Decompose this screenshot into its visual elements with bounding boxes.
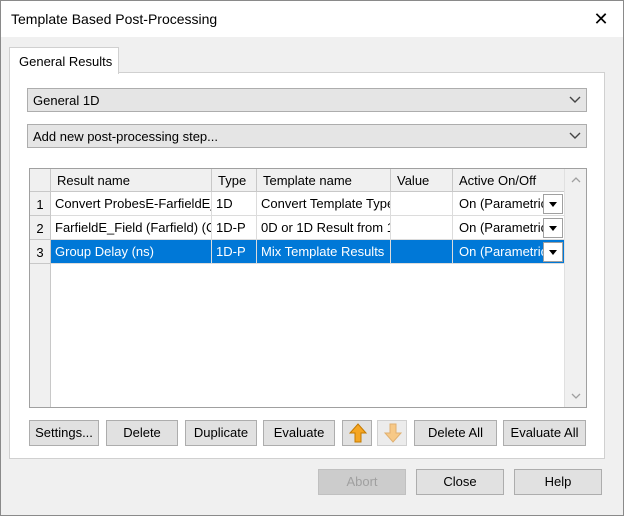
duplicate-button[interactable]: Duplicate	[185, 420, 257, 446]
window-title: Template Based Post-Processing	[11, 11, 218, 27]
active-dropdown-button[interactable]	[543, 242, 563, 262]
row-number[interactable]: 3	[30, 240, 51, 264]
active-dropdown-button[interactable]	[543, 194, 563, 214]
abort-button[interactable]: Abort	[318, 469, 406, 495]
add-step-combo[interactable]: Add new post-processing step...	[27, 124, 587, 148]
cell-type[interactable]: 1D-P	[212, 216, 257, 240]
tab-label: General Results	[19, 54, 113, 69]
column-header-active[interactable]: Active On/Off	[453, 169, 565, 192]
dropdown-arrow-icon	[549, 250, 557, 255]
row-header-strip	[30, 264, 51, 407]
settings-button[interactable]: Settings...	[29, 420, 99, 446]
dropdown-arrow-icon	[549, 226, 557, 231]
steps-table: Result name Type Template name Value Act…	[29, 168, 587, 408]
template-post-processing-dialog: Template Based Post-Processing ✕ General…	[0, 0, 624, 516]
column-header-template-name[interactable]: Template name	[257, 169, 391, 192]
cell-result-name[interactable]: FarfieldE_Field (Farfield) (Ca	[51, 216, 212, 240]
chevron-down-icon	[569, 96, 581, 103]
cell-value[interactable]	[391, 240, 453, 264]
delete-all-button[interactable]: Delete All	[414, 420, 497, 446]
cell-type[interactable]: 1D-P	[212, 240, 257, 264]
result-type-combo[interactable]: General 1D	[27, 88, 587, 112]
help-button[interactable]: Help	[514, 469, 602, 495]
evaluate-button[interactable]: Evaluate	[263, 420, 335, 446]
column-header-value[interactable]: Value	[391, 169, 453, 192]
active-state-label: On (Parametric	[459, 196, 548, 211]
active-dropdown-button[interactable]	[543, 218, 563, 238]
move-down-button[interactable]	[377, 420, 407, 446]
evaluate-all-button[interactable]: Evaluate All	[503, 420, 586, 446]
active-state-label: On (Parametric	[459, 220, 548, 235]
column-header-result-name[interactable]: Result name	[51, 169, 212, 192]
cell-template-name[interactable]: 0D or 1D Result from 1	[257, 216, 391, 240]
scroll-down-icon[interactable]	[571, 393, 581, 399]
active-state-label: On (Parametric	[459, 244, 548, 259]
cell-value[interactable]	[391, 192, 453, 216]
cell-template-name[interactable]: Convert Template Type	[257, 192, 391, 216]
close-button[interactable]: Close	[416, 469, 504, 495]
close-window-icon[interactable]: ✕	[587, 5, 615, 33]
cell-result-name[interactable]: Convert ProbesE-FarfieldE_	[51, 192, 212, 216]
column-header-type[interactable]: Type	[212, 169, 257, 192]
add-step-value: Add new post-processing step...	[33, 129, 218, 144]
row-number[interactable]: 2	[30, 216, 51, 240]
cell-type[interactable]: 1D	[212, 192, 257, 216]
title-bar: Template Based Post-Processing ✕	[1, 1, 623, 37]
dropdown-arrow-icon	[549, 202, 557, 207]
scroll-up-icon[interactable]	[571, 177, 581, 183]
arrow-up-icon	[349, 423, 367, 443]
cell-value[interactable]	[391, 216, 453, 240]
corner-header	[30, 169, 51, 192]
result-type-value: General 1D	[33, 93, 100, 108]
cell-template-name[interactable]: Mix Template Results	[257, 240, 391, 264]
move-up-button[interactable]	[342, 420, 372, 446]
chevron-down-icon	[569, 132, 581, 139]
arrow-down-icon	[384, 423, 402, 443]
delete-button[interactable]: Delete	[106, 420, 178, 446]
row-number[interactable]: 1	[30, 192, 51, 216]
vertical-scrollbar[interactable]	[564, 169, 586, 407]
tab-general-results[interactable]: General Results	[9, 47, 119, 74]
cell-result-name[interactable]: Group Delay (ns)	[51, 240, 212, 264]
